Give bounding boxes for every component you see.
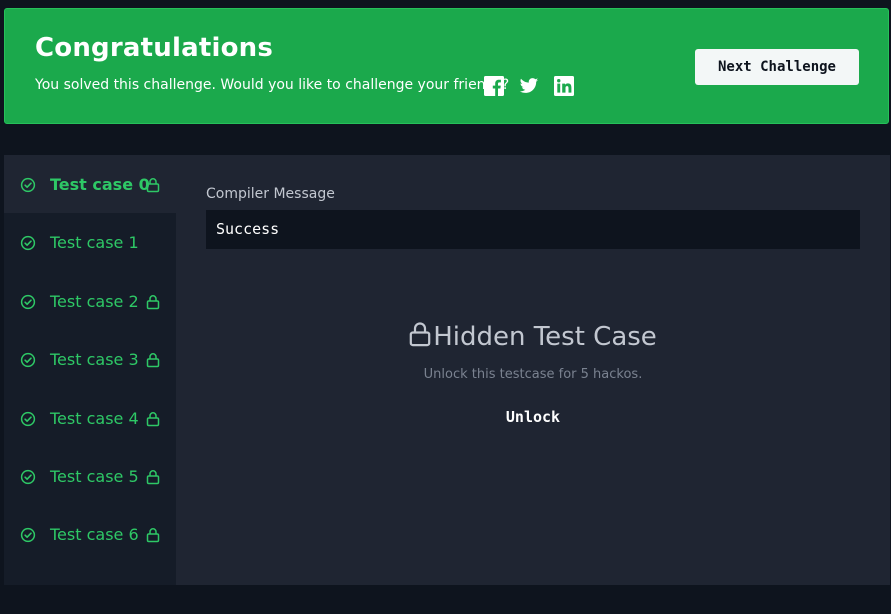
twitter-icon[interactable] xyxy=(519,76,539,96)
unlock-button[interactable]: Unlock xyxy=(206,408,860,426)
check-circle-icon xyxy=(20,352,36,368)
lock-icon xyxy=(146,527,160,543)
hidden-test-case-title: Hidden Test Case xyxy=(433,322,657,352)
check-circle-icon xyxy=(20,527,36,543)
lock-icon xyxy=(146,294,160,310)
lock-icon xyxy=(146,411,160,427)
lock-icon xyxy=(146,177,160,193)
test-case-label: Test case 6 xyxy=(50,525,139,544)
banner-message: You solved this challenge. Would you lik… xyxy=(35,77,510,93)
test-case-label: Test case 0 xyxy=(50,175,150,194)
check-circle-icon xyxy=(20,294,36,310)
check-circle-icon xyxy=(20,177,36,193)
test-case-tab-1[interactable]: Test case 1 xyxy=(4,213,176,271)
test-case-content: Compiler Message Success Hidden Test Cas… xyxy=(176,155,890,585)
test-case-tab-5[interactable]: Test case 5 xyxy=(4,447,176,505)
check-circle-icon xyxy=(20,235,36,251)
test-case-label: Test case 4 xyxy=(50,409,139,428)
lock-icon xyxy=(146,469,160,485)
facebook-icon[interactable] xyxy=(484,76,504,96)
test-case-label: Test case 3 xyxy=(50,350,139,369)
test-case-label: Test case 2 xyxy=(50,292,139,311)
lock-icon xyxy=(409,321,431,347)
hidden-test-case-heading: Hidden Test Case xyxy=(206,321,860,352)
congratulations-banner: Congratulations You solved this challeng… xyxy=(4,8,889,124)
test-case-tab-3[interactable]: Test case 3 xyxy=(4,330,176,388)
test-results-panel: Test case 0 Test case 1 Test case 2 Test… xyxy=(4,155,890,585)
test-case-label: Test case 5 xyxy=(50,467,139,486)
banner-title: Congratulations xyxy=(35,33,274,63)
test-case-label: Test case 1 xyxy=(50,233,139,252)
check-circle-icon xyxy=(20,411,36,427)
next-challenge-button[interactable]: Next Challenge xyxy=(695,49,859,85)
test-case-tab-2[interactable]: Test case 2 xyxy=(4,272,176,330)
test-case-tab-0[interactable]: Test case 0 xyxy=(4,155,176,213)
lock-icon xyxy=(146,352,160,368)
compiler-message-label: Compiler Message xyxy=(206,186,335,202)
compiler-message-output: Success xyxy=(206,210,860,249)
linkedin-icon[interactable] xyxy=(554,76,574,96)
unlock-cost-text: Unlock this testcase for 5 hackos. xyxy=(423,367,643,382)
test-case-tab-4[interactable]: Test case 4 xyxy=(4,389,176,447)
test-case-sidebar: Test case 0 Test case 1 Test case 2 Test… xyxy=(4,155,176,585)
check-circle-icon xyxy=(20,469,36,485)
test-case-tab-6[interactable]: Test case 6 xyxy=(4,505,176,563)
